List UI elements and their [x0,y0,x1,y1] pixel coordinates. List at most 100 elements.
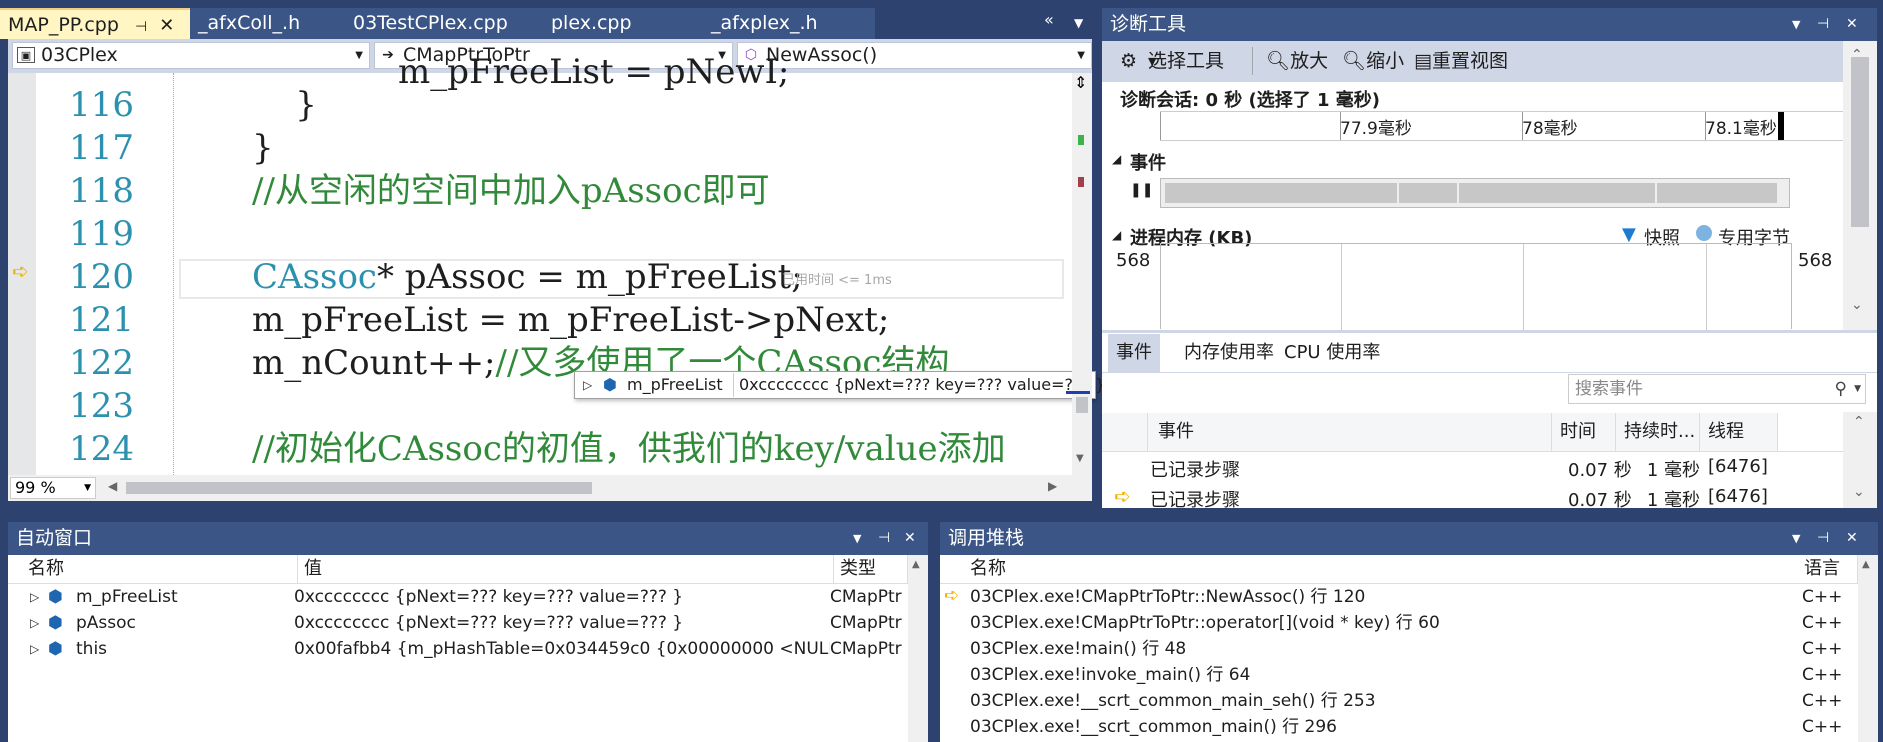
autos-row[interactable]: ▷ ⬢ m_pFreeList 0xcccccccc {pNext=??? ke… [8,584,928,610]
variable-icon: ⬢ [48,613,63,633]
collapse-icon[interactable]: ◢ [1112,228,1121,242]
pin-icon[interactable]: ⊣ [878,522,890,555]
pin-icon[interactable]: ⊣ [1817,522,1829,555]
memory-graph[interactable] [1160,243,1792,330]
tab-dropdown-icon[interactable]: ▼ [1074,16,1083,30]
tab-afxplex-h[interactable]: _afxplex_.h [703,8,875,39]
stack-frame[interactable]: 03CPlex.exe!CMapPtrToPtr::NewAssoc() 行 1… [940,584,1878,610]
collapse-icon[interactable]: ◢ [1112,152,1121,166]
var-type: CMapPtr [830,587,902,607]
scroll-thumb[interactable] [1076,397,1088,413]
events-track[interactable] [1160,178,1790,208]
chevron-down-icon[interactable]: ▼ [1854,375,1861,403]
autos-vscrollbar[interactable]: ▲ [908,555,928,742]
zoom-dropdown[interactable]: 99 % ▼ [10,477,96,499]
event-row[interactable]: 已记录步骤 0.07 秒 1 毫秒 [6476] [1102,452,1843,482]
events-vscrollbar[interactable]: ⌃ ⌄ [1843,412,1877,508]
column-event[interactable]: 事件 [1148,413,1552,451]
scroll-up-icon[interactable]: ⌃ [1853,414,1865,430]
perf-tip[interactable]: 已用时间 <= 1ms [782,269,892,288]
pause-icon[interactable]: ❚❚ [1130,182,1153,198]
search-events-input[interactable]: 搜索事件 ⚲ ▼ [1568,374,1866,404]
tab-plex-cpp[interactable]: plex.cpp [543,8,703,39]
caret-marker [1066,391,1090,394]
chevron-down-icon[interactable]: ▼ [853,522,861,555]
line-number: 116 [69,85,134,125]
stack-frame[interactable]: 03CPlex.exe!main() 行 48 C++ [940,636,1878,662]
close-icon[interactable]: ✕ [1846,522,1858,555]
expand-arrow-icon[interactable]: ▷ [30,584,39,610]
scroll-down-icon[interactable]: ▼ [1076,453,1084,464]
line-number: 119 [69,214,134,254]
column-time[interactable]: 时间 [1552,413,1616,451]
scroll-down-icon[interactable]: ⌄ [1851,297,1863,313]
timeline-ruler[interactable]: 77.9毫秒 78毫秒 78.1毫秒 [1160,111,1843,141]
chevron-down-icon[interactable]: ▼ [1792,8,1800,41]
expand-arrow-icon[interactable]: ▷ [30,610,39,636]
split-icon[interactable]: ⇕ [1074,73,1087,92]
close-icon[interactable]: ✕ [159,15,174,36]
tab-afxcoll-h[interactable]: _afxColl_.h [190,8,345,39]
close-icon[interactable]: ✕ [1846,8,1858,41]
callstack-vscrollbar[interactable]: ▲ [1858,555,1878,742]
frame-lang: C++ [1802,665,1843,685]
line-number: 122 [69,343,134,383]
event-name: 已记录步骤 [1150,490,1240,511]
frame-name: 03CPlex.exe!invoke_main() 行 64 [970,665,1251,685]
chevron-down-icon: ▼ [84,483,91,493]
tab-03testcplex-cpp[interactable]: 03TestCPlex.cpp [345,8,543,39]
stack-frame[interactable]: 03CPlex.exe!__scrt_common_main() 行 296 C… [940,714,1878,740]
code-rest: * pAssoc = m_pFreeList; [376,257,803,297]
expand-arrow-icon[interactable]: ▷ [583,372,592,398]
event-row[interactable]: ➪ 已记录步骤 0.07 秒 1 毫秒 [6476] [1102,482,1843,512]
chevron-down-icon: ▼ [1148,55,1157,68]
column-language[interactable]: 语言 [1798,555,1858,583]
chevron-down-icon[interactable]: ▼ [1792,522,1800,555]
splitter[interactable] [1102,330,1877,333]
stack-frame[interactable]: 03CPlex.exe!CMapPtrToPtr::operator[](voi… [940,610,1878,636]
diagnostics-panel: 诊断工具 ▼ ⊣ ✕ ⚙ 选择工具 ▼ 🔍︎ 放大 🔍︎ 缩小 ▤ 重置视图 ⌃… [1102,8,1877,511]
tab-map-pp-cpp[interactable]: MAP_PP.cpp ⊣ ✕ [0,8,190,39]
column-thread[interactable]: 线程 [1700,413,1778,451]
frame-name: 03CPlex.exe!CMapPtrToPtr::NewAssoc() 行 1… [970,587,1366,607]
frame-name: 03CPlex.exe!main() 行 48 [970,639,1187,659]
datatip[interactable]: ▷ ⬢ m_pFreeList 0xcccccccc {pNext=??? ke… [574,371,1105,399]
scroll-up-icon[interactable]: ▲ [912,559,920,570]
tab-cpu-usage[interactable]: CPU 使用率 [1276,334,1388,372]
time-cursor[interactable] [1778,112,1784,140]
close-icon[interactable]: ✕ [904,522,916,555]
column-name[interactable]: 名称 [22,555,298,583]
hscroll-thumb[interactable] [126,482,592,494]
column-name[interactable]: 名称 [964,555,1822,583]
scroll-down-icon[interactable]: ⌄ [1853,484,1865,500]
zoom-in-button[interactable]: 🔍︎ 放大 [1266,41,1328,82]
stack-frame[interactable]: 03CPlex.exe!__scrt_common_main_seh() 行 2… [940,688,1878,714]
autos-row[interactable]: ▷ ⬢ pAssoc 0xcccccccc {pNext=??? key=???… [8,610,928,636]
expand-arrow-icon[interactable]: ▷ [30,636,39,662]
search-icon[interactable]: ⚲ [1835,375,1847,403]
frame-name: 03CPlex.exe!__scrt_common_main() 行 296 [970,717,1337,737]
column-type[interactable]: 类型 [834,555,908,583]
scroll-up-icon[interactable]: ▲ [1862,559,1870,570]
tab-events[interactable]: 事件 [1108,334,1160,372]
code-stmt: m_nCount++; [252,343,496,383]
pin-icon[interactable]: ⊣ [135,19,147,35]
scroll-left-icon[interactable]: ◀ [108,479,117,493]
tab-overflow-icon[interactable]: « [1044,10,1054,29]
event-block [1657,183,1777,203]
editor-vscrollbar[interactable]: ⇕ ▼ [1066,73,1092,475]
column-duration[interactable]: 持续时... [1616,413,1700,451]
diag-vscrollbar[interactable]: ⌃ ⌄ [1843,41,1877,331]
var-type: CMapPtr [830,613,902,633]
tab-memory-usage[interactable]: 内存使用率 [1176,334,1282,372]
autos-row[interactable]: ▷ ⬢ this 0x00fafbb4 {m_pHashTable=0x0344… [8,636,928,662]
code-editor[interactable]: ➪ m_pFreeList = pNewI; 116 } 117 } 118 /… [8,52,1105,501]
scroll-right-icon[interactable]: ▶ [1048,479,1057,493]
pin-icon[interactable]: ⊣ [1817,8,1829,41]
tick-label: 78毫秒 [1522,119,1578,139]
stack-frame[interactable]: 03CPlex.exe!invoke_main() 行 64 C++ [940,662,1878,688]
column-value[interactable]: 值 [298,555,834,583]
reset-view-button[interactable]: ▤ 重置视图 [1414,41,1508,82]
scroll-thumb[interactable] [1851,57,1869,227]
zoom-out-button[interactable]: 🔍︎ 缩小 [1342,41,1404,82]
